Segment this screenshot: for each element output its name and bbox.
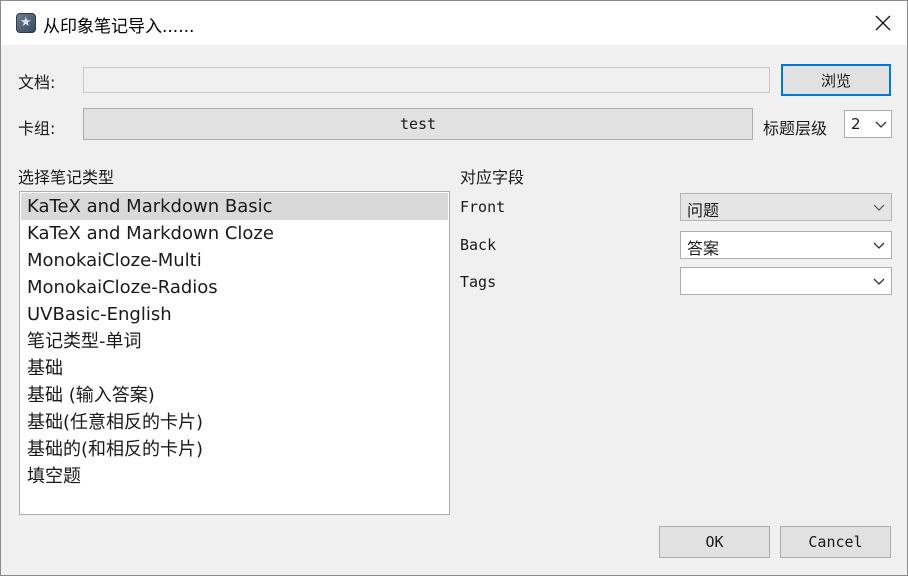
chevron-down-icon (875, 121, 887, 128)
deck-label: 卡组: (18, 119, 56, 138)
list-item[interactable]: 填空题 (21, 463, 448, 490)
ok-button[interactable]: OK (659, 526, 770, 558)
window-title: 从印象笔记导入...... (43, 17, 195, 37)
list-item[interactable]: 基础的(和相反的卡片) (21, 436, 448, 463)
notetype-list[interactable]: KaTeX and Markdown Basic KaTeX and Markdo… (19, 191, 450, 515)
heading-level-value: 2 (851, 115, 861, 133)
field-select-front[interactable]: 问题 (680, 193, 892, 221)
field-select-back-value: 答案 (687, 239, 720, 258)
doc-path-field[interactable] (83, 67, 770, 93)
list-item[interactable]: 基础 (输入答案) (21, 382, 448, 409)
list-item[interactable]: 基础(任意相反的卡片) (21, 409, 448, 436)
heading-level-select[interactable]: 2 (844, 110, 892, 138)
close-icon (875, 15, 891, 31)
field-name-back: Back (460, 236, 497, 254)
field-name-front: Front (460, 198, 506, 216)
list-item[interactable]: 基础 (21, 355, 448, 382)
browse-button[interactable]: 浏览 (781, 64, 891, 96)
list-item[interactable]: UVBasic-English (21, 301, 448, 328)
list-item[interactable]: KaTeX and Markdown Basic (21, 193, 448, 220)
field-name-tags: Tags (460, 273, 497, 291)
close-button[interactable] (859, 1, 907, 45)
chevron-down-icon (873, 204, 885, 211)
title-bar: ★ 从印象笔记导入...... (1, 1, 907, 45)
anki-star-icon: ★ (16, 13, 36, 33)
list-item[interactable]: MonokaiCloze-Multi (21, 247, 448, 274)
heading-level-label: 标题层级 (763, 119, 828, 138)
list-item[interactable]: KaTeX and Markdown Cloze (21, 220, 448, 247)
chevron-down-icon (873, 242, 885, 249)
list-item[interactable]: MonokaiCloze-Radios (21, 274, 448, 301)
deck-button[interactable]: test (83, 108, 753, 140)
field-select-back[interactable]: 答案 (680, 231, 892, 259)
doc-label: 文档: (18, 73, 56, 92)
field-select-front-value: 问题 (687, 201, 720, 220)
import-dialog: ★ 从印象笔记导入...... 文档: 浏览 卡组: test 标题层级 2 选… (0, 0, 908, 576)
list-item[interactable]: 笔记类型-单词 (21, 328, 448, 355)
chevron-down-icon (873, 278, 885, 285)
notetype-heading: 选择笔记类型 (18, 168, 115, 187)
field-select-tags[interactable] (680, 267, 892, 295)
mapping-heading: 对应字段 (460, 168, 525, 187)
cancel-button[interactable]: Cancel (780, 526, 891, 558)
